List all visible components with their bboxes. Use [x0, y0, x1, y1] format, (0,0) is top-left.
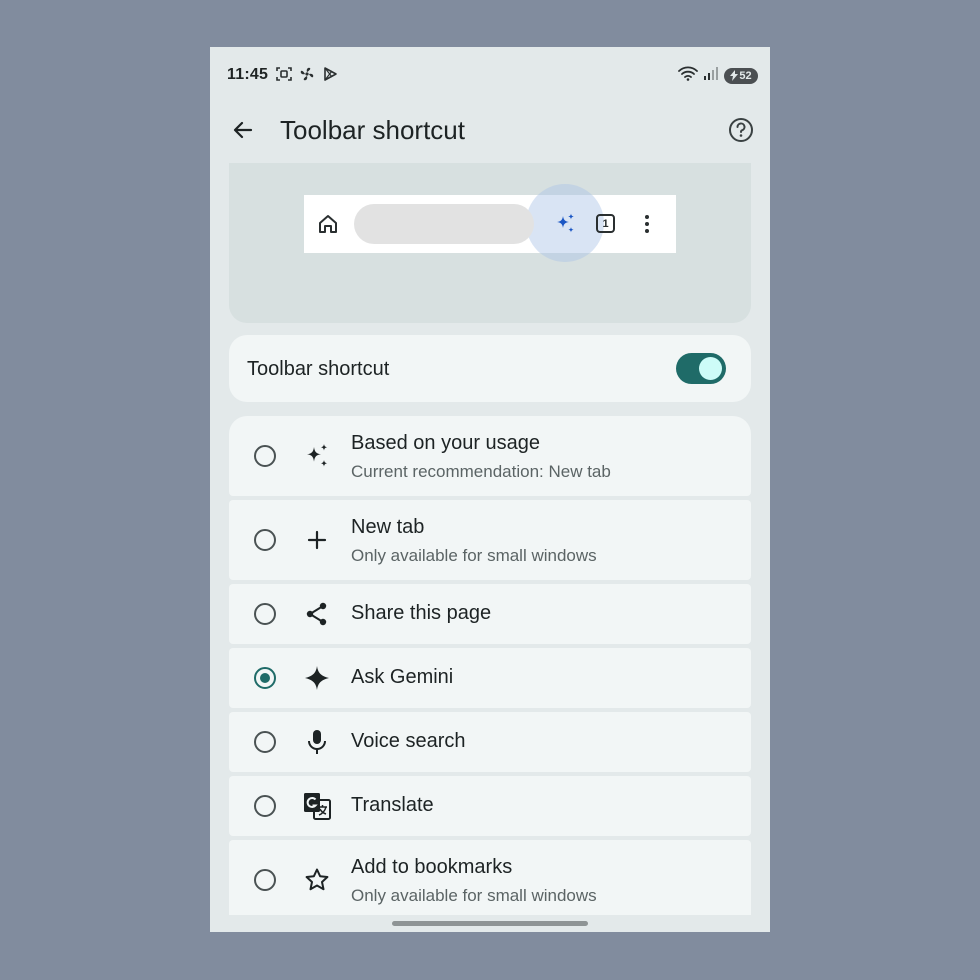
share-icon	[303, 600, 331, 628]
star-outline-icon	[303, 866, 331, 894]
option-title: Based on your usage	[351, 432, 541, 454]
option-title: Share this page	[351, 602, 492, 624]
option-ask-gemini[interactable]: Ask Gemini	[229, 648, 751, 708]
status-bar: 11:45 52	[210, 47, 770, 103]
radio-button[interactable]	[254, 795, 276, 817]
switch-knob	[699, 357, 722, 380]
option-title: Ask Gemini	[351, 666, 454, 688]
radio-button[interactable]	[254, 529, 276, 551]
more-vert-icon	[639, 212, 655, 236]
wifi-icon	[678, 65, 698, 86]
radio-button[interactable]	[254, 603, 276, 625]
radio-button[interactable]	[254, 731, 276, 753]
toolbar-mock: 1	[304, 184, 676, 262]
signal-icon	[703, 65, 719, 86]
option-title: New tab	[351, 516, 425, 538]
gemini-sparkle-icon	[553, 212, 577, 236]
option-title: Voice search	[351, 730, 466, 752]
screenshot-icon	[276, 66, 292, 82]
radio-button[interactable]	[254, 445, 276, 467]
option-based-on-usage[interactable]: Based on your usage Current recommendati…	[229, 416, 751, 496]
option-translate[interactable]: Translate	[229, 776, 751, 836]
page-title: Toolbar shortcut	[280, 115, 465, 145]
option-subtitle: Current recommendation: New tab	[351, 462, 611, 481]
omnibox-placeholder	[354, 204, 534, 244]
toolbar-shortcut-switch[interactable]	[676, 353, 726, 384]
phone-screen: 11:45 52 Toolbar shortcut 1 Toolbar shor…	[210, 47, 770, 932]
gesture-nav-handle[interactable]	[392, 921, 588, 926]
play-store-icon	[322, 66, 338, 82]
option-new-tab[interactable]: New tab Only available for small windows	[229, 500, 751, 580]
plus-icon	[303, 526, 331, 554]
toolbar-shortcut-toggle-row[interactable]: Toolbar shortcut	[229, 335, 751, 402]
system-icons: 52	[678, 65, 758, 86]
help-button[interactable]	[726, 115, 756, 145]
radio-button[interactable]	[254, 869, 276, 891]
option-voice-search[interactable]: Voice search	[229, 712, 751, 772]
radio-button-selected[interactable]	[254, 667, 276, 689]
option-title: Add to bookmarks	[351, 856, 513, 878]
notification-icons	[276, 66, 338, 82]
charging-bolt-icon	[730, 70, 739, 81]
toggle-label: Toolbar shortcut	[247, 358, 390, 380]
app-bar: Toolbar shortcut	[210, 103, 770, 163]
help-icon	[729, 118, 753, 142]
battery-level: 52	[739, 69, 752, 82]
back-arrow-icon	[233, 121, 253, 139]
option-add-to-bookmarks[interactable]: Add to bookmarks Only available for smal…	[229, 840, 751, 915]
status-time: 11:45	[227, 66, 269, 83]
option-title: Translate	[351, 794, 434, 816]
microphone-icon	[303, 728, 331, 756]
back-button[interactable]	[228, 115, 258, 145]
option-subtitle: Only available for small windows	[351, 546, 597, 565]
battery-indicator: 52	[724, 67, 758, 84]
gemini-sparkle-icon	[303, 664, 331, 692]
toolbar-preview: 1	[229, 163, 751, 323]
option-subtitle: Only available for small windows	[351, 886, 597, 905]
home-icon	[316, 212, 340, 236]
fan-icon	[299, 66, 315, 82]
option-share-this-page[interactable]: Share this page	[229, 584, 751, 644]
auto-awesome-icon	[303, 442, 331, 470]
tab-switcher-icon: 1	[596, 214, 615, 233]
translate-icon	[303, 792, 331, 820]
